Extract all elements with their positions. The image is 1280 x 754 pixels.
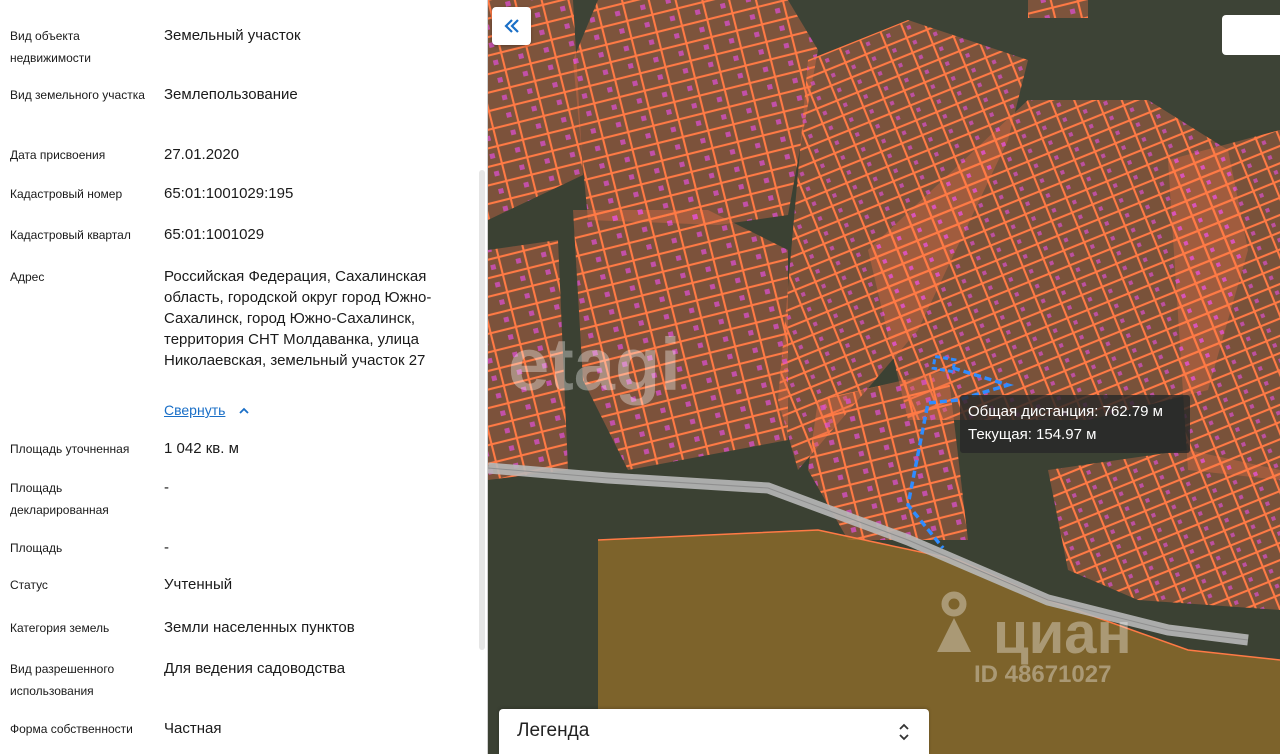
detail-label: Адрес (10, 270, 45, 284)
double-chevron-left-icon[interactable] (503, 17, 521, 35)
detail-label: Категория земель (10, 621, 110, 635)
watermark-etagi: etagi (508, 323, 681, 406)
property-details-panel: Вид объекта недвижимости Земельный участ… (0, 0, 488, 754)
legend-label[interactable]: Легенда (517, 720, 589, 742)
detail-label: Вид земельного участка (10, 88, 145, 102)
detail-label: Кадастровый номер (10, 187, 123, 201)
collapse-link-label[interactable]: Свернуть (164, 402, 225, 418)
detail-value: Частная (164, 720, 222, 737)
cian-logo-icon (937, 591, 971, 652)
watermark-id: ID 48671027 (974, 661, 1112, 688)
current-distance: Текущая: 154.97 м (968, 426, 1097, 443)
parcel-block[interactable] (573, 0, 818, 225)
detail-label: Площадь уточненная (10, 442, 130, 456)
total-distance: Общая дистанция: 762.79 м (968, 403, 1163, 420)
detail-value: 1 042 кв. м (164, 440, 239, 457)
detail-label: Вид разрешенного использования (10, 662, 115, 698)
chevron-up-icon[interactable] (237, 404, 251, 418)
detail-value: 65:01:1001029:195 (164, 185, 294, 202)
detail-value: Учтенный (164, 576, 233, 593)
detail-label: Кадастровый квартал (10, 228, 131, 242)
detail-value: - (164, 539, 169, 556)
detail-value: Для ведения садоводства (164, 660, 346, 677)
detail-value: Земли населенных пунктов (164, 619, 355, 636)
cadastral-map[interactable]: etagi циан ID 48671027 Общая дистанция: … (488, 0, 1280, 754)
detail-value: Земельный участок (164, 27, 301, 44)
detail-label: Площадь (10, 541, 63, 555)
watermark-brand: циан (993, 601, 1132, 666)
parcel-block[interactable] (1028, 0, 1088, 18)
expand-toggle-icon[interactable] (897, 721, 911, 743)
detail-value: 65:01:1001029 (164, 226, 265, 243)
address-value: Российская Федерация, Сахалинская област… (164, 268, 432, 369)
detail-label: Статус (10, 578, 48, 592)
detail-label: Дата присвоения (10, 148, 106, 162)
back-button[interactable] (492, 7, 531, 45)
detail-value: 27.01.2020 (164, 146, 240, 163)
detail-label: Форма собственности (10, 722, 133, 736)
legend-dropdown[interactable]: Легенда (499, 709, 929, 754)
detail-value: - (164, 479, 169, 496)
panel-scrollbar[interactable] (479, 170, 485, 650)
detail-label: Площадь декларированная (10, 481, 109, 517)
detail-label: Вид объекта недвижимости (10, 29, 91, 65)
collapse-link[interactable]: Свернуть (164, 402, 225, 418)
detail-value: Землепользование (164, 86, 298, 103)
map-control-box[interactable] (1222, 15, 1280, 55)
distance-tooltip: Общая дистанция: 762.79 м Текущая: 154.9… (960, 395, 1190, 453)
